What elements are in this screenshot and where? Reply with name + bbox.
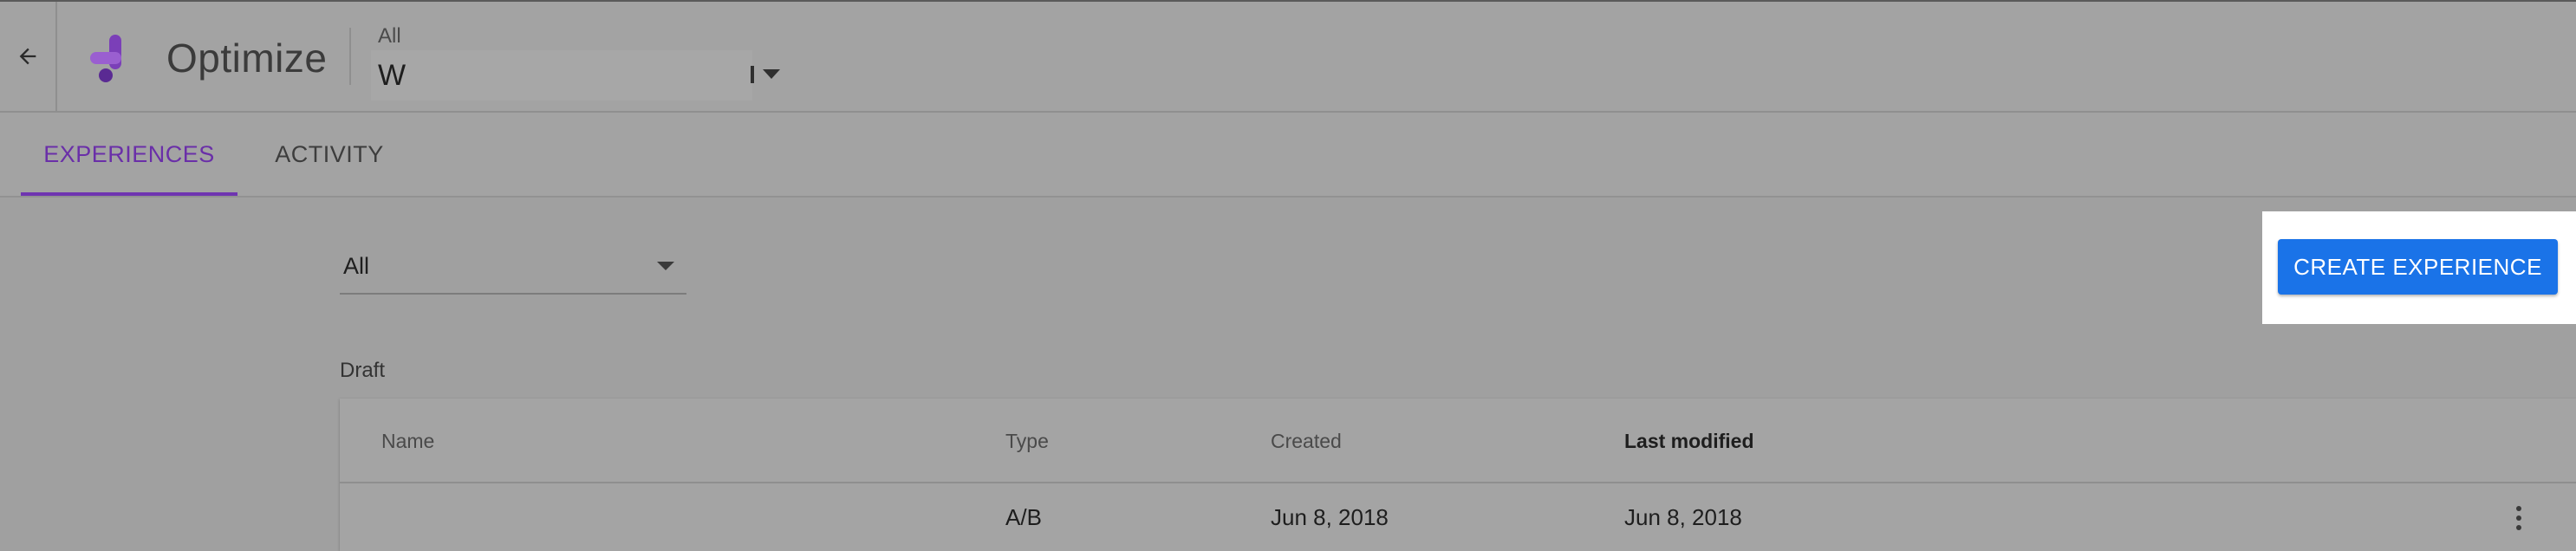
column-header-type[interactable]: Type [1005,430,1049,453]
column-header-name[interactable]: Name [381,430,434,453]
draft-experiences-table: Name Type Created Last modified A/B Jun … [340,399,2576,551]
draft-section-label: Draft [340,359,386,382]
header-divider [349,28,351,85]
create-experience-button[interactable]: CREATE EXPERIENCE [2278,239,2558,295]
account-name-box [371,50,752,100]
tab-experiences[interactable]: EXPERIENCES [21,113,237,196]
tab-bar: EXPERIENCES ACTIVITY [0,113,2576,198]
cell-type: A/B [1005,504,1042,530]
account-name: W [378,59,407,92]
filter-value: All [343,253,370,279]
cell-created: Jun 8, 2018 [1271,504,1389,530]
active-tab-indicator [21,192,237,196]
cell-last-modified: Jun 8, 2018 [1624,504,1742,530]
caret-down-icon[interactable] [763,69,780,79]
table-header: Name Type Created Last modified [340,399,2576,483]
table-row[interactable]: A/B Jun 8, 2018 Jun 8, 2018 [340,483,2576,551]
back-button[interactable] [0,2,57,111]
column-header-created[interactable]: Created [1271,430,1342,453]
status-filter-select[interactable]: All [340,244,686,295]
caret-stem-icon [751,66,754,83]
account-label: All [378,24,401,48]
more-vert-icon[interactable] [2501,501,2536,535]
account-selector[interactable]: All W [364,17,789,100]
optimize-page: Optimize All W EXPERIENCES ACTIVITY All … [0,0,2576,551]
optimize-logo [90,35,121,82]
arrow-back-icon [19,48,36,65]
column-header-last-modified[interactable]: Last modified [1624,430,1754,453]
tab-activity[interactable]: ACTIVITY [260,113,399,196]
caret-down-icon [657,262,674,270]
app-header: Optimize All W [0,2,2576,113]
app-title: Optimize [166,36,328,81]
